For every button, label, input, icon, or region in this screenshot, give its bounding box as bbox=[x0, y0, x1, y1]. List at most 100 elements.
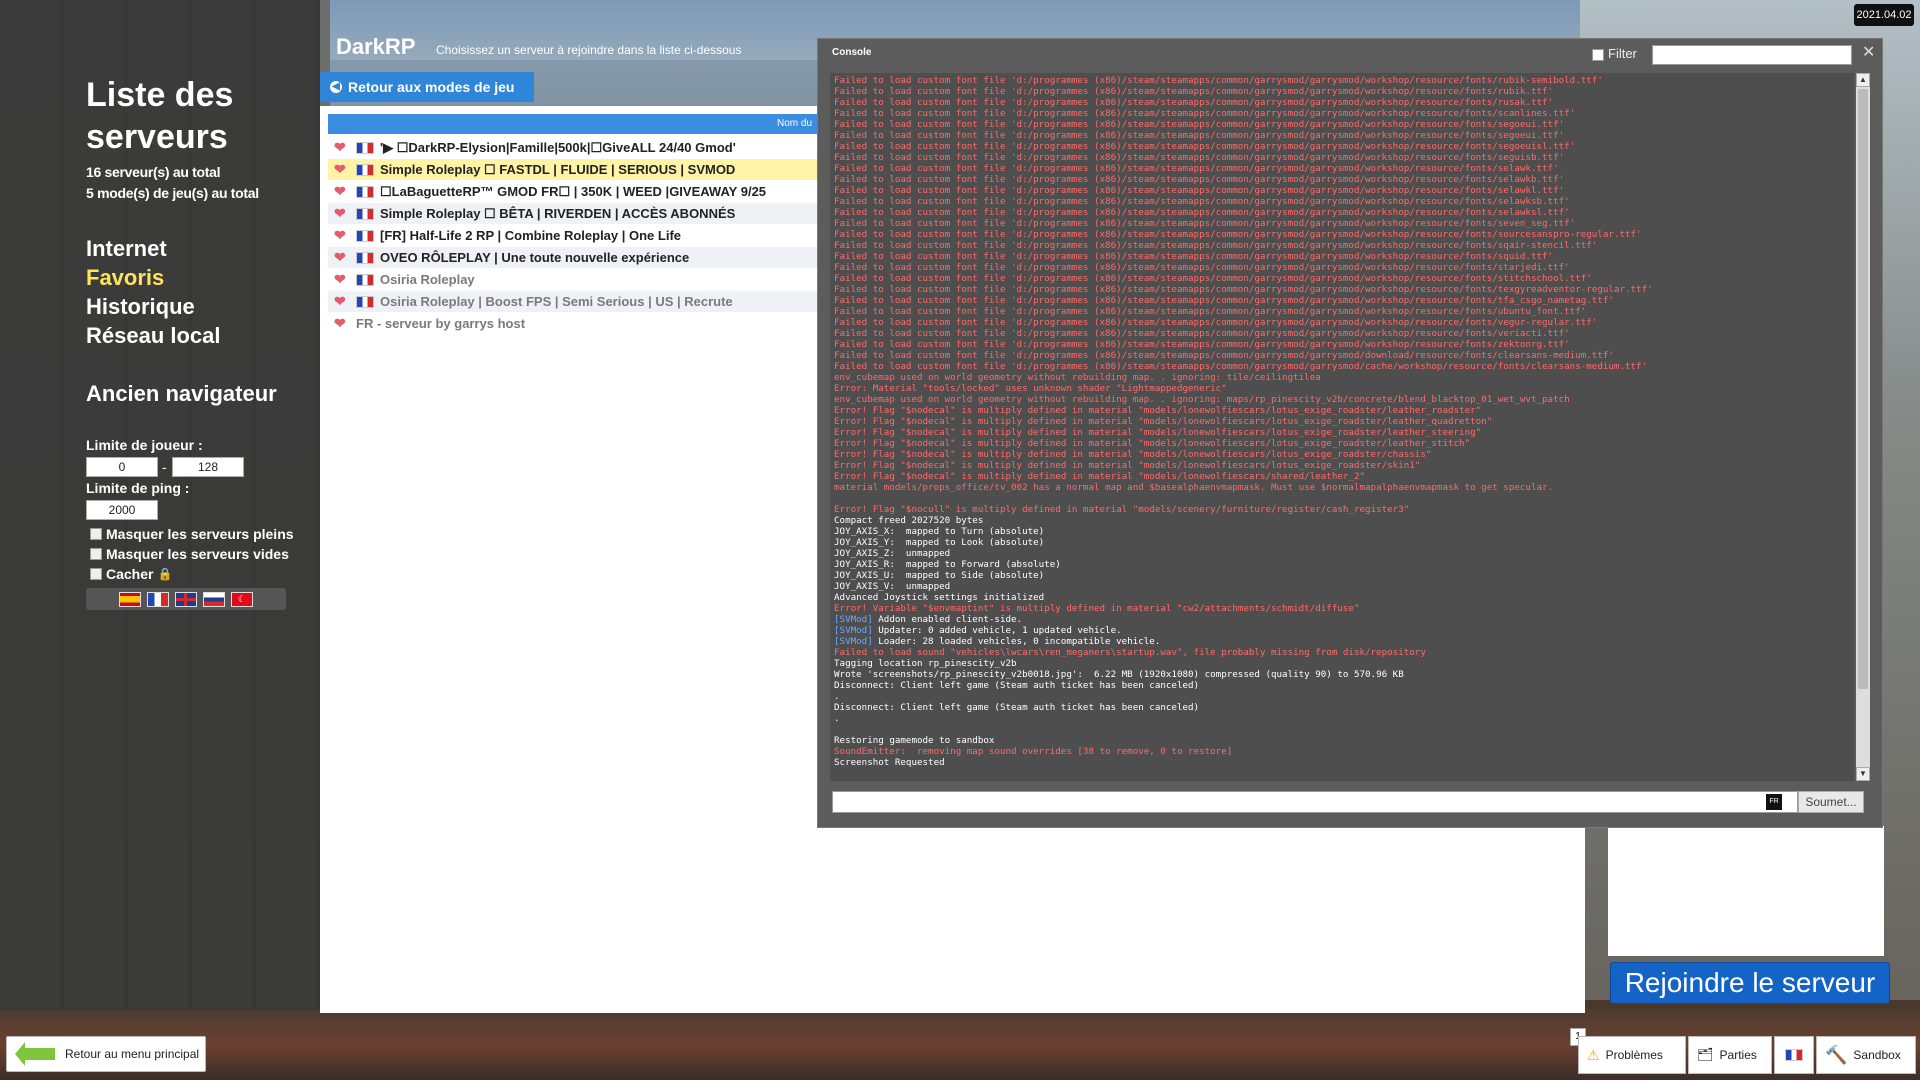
console-line: Failed to load custom font file 'd:/prog… bbox=[834, 229, 1642, 240]
games-button[interactable]: 🗂 Parties bbox=[1688, 1036, 1772, 1074]
console-line: Compact freed 2027520 bytes bbox=[834, 515, 984, 526]
server-row[interactable]: ❤ '▶ ☐DarkRP-Elysion|Famille|500k|☐GiveA… bbox=[328, 137, 818, 158]
language-button[interactable] bbox=[1774, 1036, 1814, 1074]
nav-lan[interactable]: Réseau local bbox=[86, 323, 221, 349]
gamemode-sandbox-button[interactable]: 🔨 Sandbox bbox=[1816, 1036, 1916, 1074]
flag-ru-icon[interactable] bbox=[203, 591, 225, 607]
console-line: JOY_AXIS_X: mapped to Turn (absolute) bbox=[834, 526, 1045, 537]
server-row[interactable]: ❤ Osiria Roleplay | Boost FPS | Semi Ser… bbox=[328, 291, 818, 312]
favorite-heart-icon[interactable]: ❤ bbox=[334, 227, 350, 244]
favorite-heart-icon[interactable]: ❤ bbox=[334, 139, 350, 156]
server-name: Simple Roleplay ☐ BÊTA | RIVERDEN | ACCÈ… bbox=[380, 205, 736, 221]
nav-history[interactable]: Historique bbox=[86, 294, 195, 320]
hide-locked-checkbox[interactable] bbox=[90, 568, 102, 580]
problems-button[interactable]: ⚠ Problèmes bbox=[1578, 1036, 1686, 1074]
nav-favorites[interactable]: Favoris bbox=[86, 265, 164, 291]
server-row[interactable]: ❤ Simple Roleplay ☐ BÊTA | RIVERDEN | AC… bbox=[328, 203, 818, 224]
console-line: Failed to load custom font file 'd:/prog… bbox=[834, 306, 1587, 317]
console-line: Failed to load custom font file 'd:/prog… bbox=[834, 141, 1576, 152]
console-line: Error! Variable "$envmaptint" is multipl… bbox=[834, 603, 1360, 614]
back-arrow-icon bbox=[15, 1042, 55, 1066]
console-line: Disconnect: Client left game (Steam auth… bbox=[834, 680, 1200, 691]
console-line: Failed to load custom font file 'd:/prog… bbox=[834, 317, 1598, 328]
games-label: Parties bbox=[1719, 1048, 1757, 1062]
flag-fr-icon[interactable] bbox=[147, 591, 169, 607]
date-badge: 2021.04.02 bbox=[1854, 4, 1914, 26]
console-line: Failed to load sound "vehicles\lwcars\re… bbox=[834, 647, 1426, 658]
console-line: Error! Flag "$nodecal" is multiply defin… bbox=[834, 471, 1366, 482]
server-name: Simple Roleplay ☐ FASTDL | FLUIDE | SERI… bbox=[380, 161, 736, 177]
console-line: . bbox=[834, 713, 840, 724]
console-line: Failed to load custom font file 'd:/prog… bbox=[834, 108, 1576, 119]
server-row[interactable]: ❤ [FR] Half-Life 2 RP | Combine Roleplay… bbox=[328, 225, 818, 246]
server-row[interactable]: ❤ Simple Roleplay ☐ FASTDL | FLUIDE | SE… bbox=[328, 159, 818, 180]
console-line: JOY_AXIS_Z: unmapped bbox=[834, 548, 951, 559]
console-line: . bbox=[834, 691, 840, 702]
server-info-panel bbox=[1608, 826, 1884, 956]
flag-fr-icon bbox=[1785, 1049, 1803, 1061]
server-name: '▶ ☐DarkRP-Elysion|Famille|500k|☐GiveALL… bbox=[380, 139, 736, 155]
console-line: Wrote 'screenshots/rp_pinescity_v2b0018.… bbox=[834, 669, 1404, 680]
console-line: Failed to load custom font file 'd:/prog… bbox=[834, 196, 1570, 207]
server-name: FR - serveur by garrys host bbox=[356, 316, 526, 331]
flag-fr-icon bbox=[356, 141, 374, 154]
hide-empty-option[interactable]: Masquer les serveurs vides bbox=[90, 546, 289, 562]
scroll-thumb[interactable] bbox=[1858, 89, 1868, 689]
filter-checkbox[interactable] bbox=[1592, 49, 1604, 61]
server-row[interactable]: ❤ OVEO RÔLEPLAY | Une toute nouvelle exp… bbox=[328, 247, 818, 268]
nav-internet[interactable]: Internet bbox=[86, 236, 167, 262]
player-min-input[interactable]: 0 bbox=[86, 457, 158, 477]
player-limit-label: Limite de joueur : bbox=[86, 437, 203, 453]
console-line: Error! Flag "$nodecal" is multiply defin… bbox=[834, 449, 1432, 460]
close-icon[interactable]: ✕ bbox=[1862, 42, 1875, 62]
console-line: Advanced Joystick settings initialized bbox=[834, 592, 1045, 603]
scroll-up-icon[interactable]: ▲ bbox=[1856, 73, 1870, 87]
console-line: Error! Flag "$nodecal" is multiply defin… bbox=[834, 416, 1493, 427]
server-row[interactable]: ❤ Osiria Roleplay bbox=[328, 269, 818, 290]
server-name: [FR] Half-Life 2 RP | Combine Roleplay |… bbox=[380, 228, 682, 243]
flag-gb-icon[interactable] bbox=[175, 591, 197, 607]
console-command-input[interactable] bbox=[832, 791, 1798, 813]
player-max-input[interactable]: 128 bbox=[172, 457, 244, 477]
server-row[interactable]: ❤ ☐LaBaguetteRP™ GMOD FR☐ | 350K | WEED … bbox=[328, 181, 818, 202]
favorite-heart-icon[interactable]: ❤ bbox=[334, 249, 350, 266]
console-scrollbar[interactable]: ▲ ▼ bbox=[1856, 73, 1870, 781]
favorite-heart-icon[interactable]: ❤ bbox=[334, 271, 350, 288]
column-header-name[interactable]: Nom du bbox=[328, 114, 818, 134]
join-server-button[interactable]: Rejoindre le serveur bbox=[1610, 962, 1890, 1004]
console-line: Failed to load custom font file 'd:/prog… bbox=[834, 86, 1554, 97]
back-to-modes-button[interactable]: ◀ Retour aux modes de jeu bbox=[320, 72, 534, 102]
language-flag-bar: ☾ bbox=[86, 588, 286, 610]
hide-locked-label: Cacher bbox=[106, 566, 154, 582]
legacy-browser-link[interactable]: Ancien navigateur bbox=[86, 381, 277, 407]
favorite-heart-icon[interactable]: ❤ bbox=[334, 161, 350, 178]
favorite-heart-icon[interactable]: ❤ bbox=[334, 293, 350, 310]
favorite-heart-icon[interactable]: ❤ bbox=[334, 205, 350, 222]
console-line: Disconnect: Client left game (Steam auth… bbox=[834, 702, 1200, 713]
hide-empty-checkbox[interactable] bbox=[90, 548, 102, 560]
back-to-main-menu-label: Retour au menu principal bbox=[65, 1047, 200, 1061]
flag-tr-icon[interactable]: ☾ bbox=[231, 591, 253, 607]
scroll-down-icon[interactable]: ▼ bbox=[1856, 767, 1870, 781]
console-line: JOY_AXIS_R: mapped to Forward (absolute) bbox=[834, 559, 1061, 570]
hide-full-option[interactable]: Masquer les serveurs pleins bbox=[90, 526, 294, 542]
console-line: Failed to load custom font file 'd:/prog… bbox=[834, 350, 1614, 361]
favorite-heart-icon[interactable]: ❤ bbox=[334, 183, 350, 200]
console-line: Failed to load custom font file 'd:/prog… bbox=[834, 339, 1570, 350]
back-to-main-menu-button[interactable]: Retour au menu principal bbox=[6, 1036, 206, 1072]
hide-locked-option[interactable]: Cacher 🔒 bbox=[90, 566, 172, 582]
filter-input[interactable] bbox=[1652, 45, 1852, 65]
hide-full-checkbox[interactable] bbox=[90, 528, 102, 540]
console-line: Error! Flag "$nodecal" is multiply defin… bbox=[834, 438, 1471, 449]
flag-es-icon[interactable] bbox=[119, 591, 141, 607]
console-line: Error! Flag "$nodecal" is multiply defin… bbox=[834, 405, 1482, 416]
ping-limit-input[interactable]: 2000 bbox=[86, 500, 158, 520]
favorite-heart-icon[interactable]: ❤ bbox=[334, 315, 350, 332]
console-line: SoundEmitter: removing map sound overrid… bbox=[834, 746, 1233, 757]
console-line: Error! Flag "$nocull" is multiply define… bbox=[834, 504, 1410, 515]
console-line-tag: [SVMod] bbox=[834, 625, 873, 636]
flag-fr-icon bbox=[356, 229, 374, 242]
server-row[interactable]: ❤ FR - serveur by garrys host bbox=[328, 313, 818, 334]
console-submit-button[interactable]: Soumet... bbox=[1798, 791, 1864, 813]
